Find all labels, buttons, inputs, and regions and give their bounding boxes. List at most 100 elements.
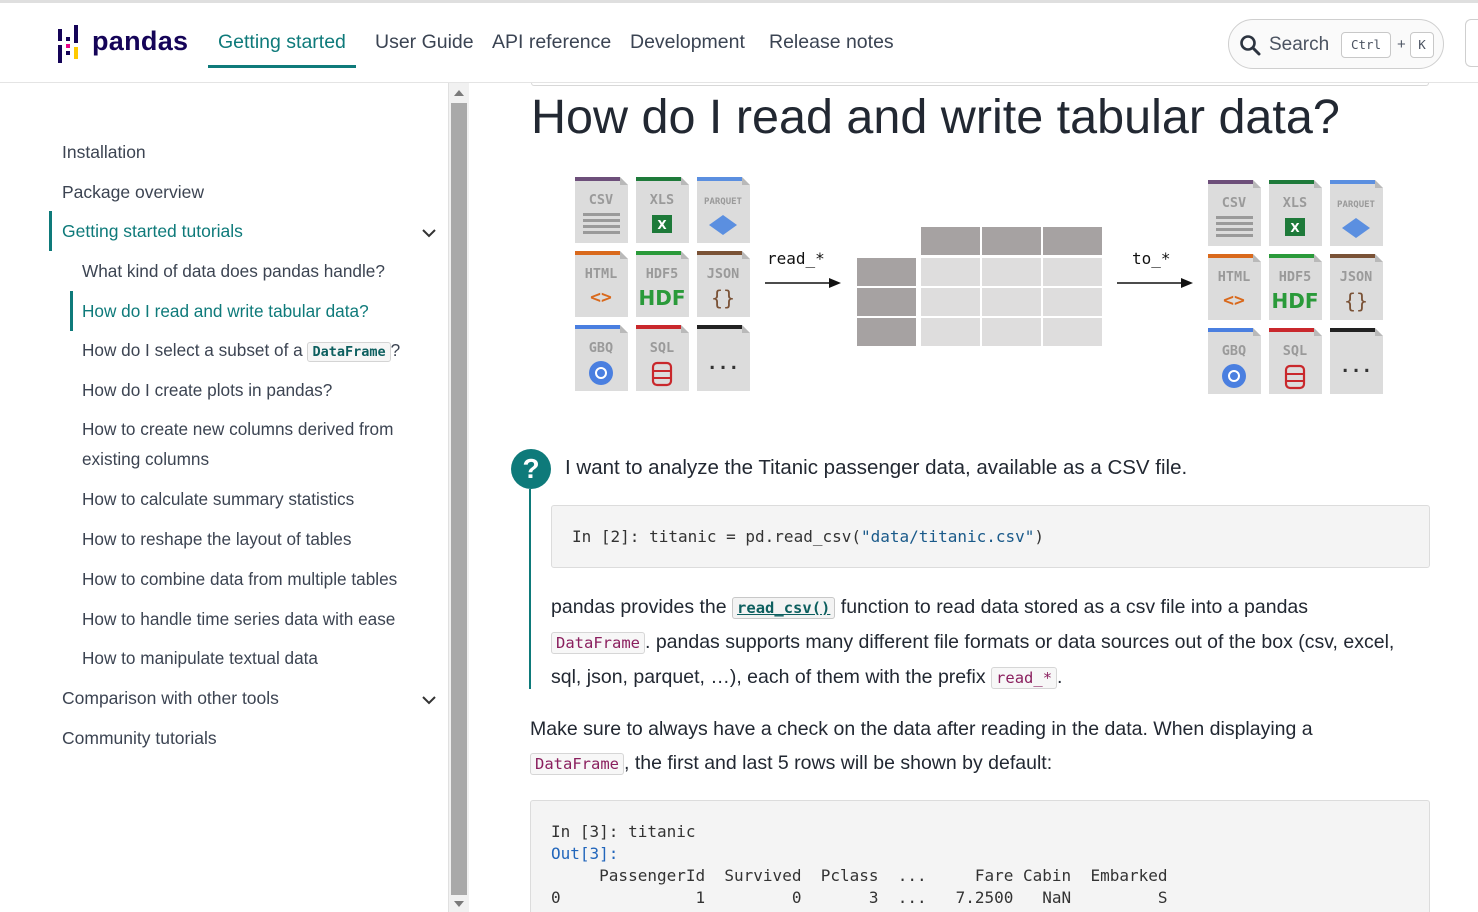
to-arrow-head [1181, 278, 1193, 288]
sidebar-item-summary-statistics[interactable]: How to calculate summary statistics [82, 489, 354, 510]
file-fold [620, 325, 628, 333]
table-header-cell [1043, 227, 1102, 255]
file-stripe [636, 177, 681, 181]
file-fold [620, 177, 628, 185]
top-navbar: pandas Getting started User Guide API re… [0, 0, 1478, 83]
table-cell [921, 288, 980, 316]
nav-user-guide[interactable]: User Guide [375, 31, 474, 65]
file-fold [620, 251, 628, 259]
excel-icon-letter: X [657, 218, 667, 232]
table-header-cell [921, 227, 980, 255]
csv-lines-icon [583, 219, 620, 222]
file-stripe [575, 325, 620, 329]
table-index-cell [857, 258, 916, 286]
sidebar-item-what-kind-of-data[interactable]: What kind of data does pandas handle? [82, 261, 385, 282]
file-type-label: CSV [1222, 195, 1246, 211]
sidebar-item-combine-data[interactable]: How to combine data from multiple tables [82, 569, 397, 590]
file-type-label: ... [1340, 356, 1373, 377]
sidebar-item-select-subset[interactable]: How do I select a subset of a DataFrame? [82, 340, 400, 362]
file-type-label: GBQ [1222, 343, 1246, 359]
theme-toggle-button[interactable] [1465, 19, 1478, 67]
file-stripe [1330, 328, 1375, 332]
scrollbar-thumb[interactable] [451, 103, 467, 895]
file-fold [742, 325, 750, 333]
file-fold [742, 177, 750, 185]
chevron-down-icon[interactable] [422, 693, 436, 707]
file-type-label: CSV [589, 192, 613, 208]
active-indicator [70, 291, 73, 331]
csv-lines-icon [1216, 222, 1253, 225]
scroll-down-arrow[interactable] [454, 901, 464, 907]
bigquery-icon [589, 361, 613, 385]
sidebar-item-textual-data[interactable]: How to manipulate textual data [82, 648, 318, 669]
file-type-label: HDF5 [646, 266, 679, 282]
file-fold [1314, 328, 1322, 336]
bigquery-icon [1222, 364, 1246, 388]
csv-lines-icon [583, 231, 620, 234]
table-cell [982, 288, 1041, 316]
question-text: I want to analyze the Titanic passenger … [565, 456, 1188, 479]
sidebar-scrollbar[interactable] [448, 83, 469, 912]
code-line: In [2]: titanic = pd.read_csv("data/tita… [572, 527, 1044, 546]
sidebar-item-package-overview[interactable]: Package overview [62, 182, 204, 203]
sidebar-item-comparison[interactable]: Comparison with other tools [62, 688, 279, 709]
sidebar-item-label: How to create new columns derived from [82, 419, 394, 439]
table-cell [921, 318, 980, 346]
page-title: How do I read and write tabular data? [531, 90, 1340, 144]
read-write-diagram: CSV XLS X PARQUET HTML <> HDF5 HDF JSON {} GBQ SQL.… [575, 177, 1383, 394]
json-icon: {} [1344, 289, 1368, 313]
output-header-row: PassengerId Survived Pclass ... Fare Cab… [551, 866, 1168, 885]
table-cell [921, 258, 980, 286]
nav-development[interactable]: Development [630, 31, 745, 65]
search-button[interactable]: Search Ctrl + K [1228, 19, 1444, 69]
inline-code: DataFrame [307, 342, 391, 362]
text: function to read data stored as a csv fi… [835, 596, 1309, 618]
file-stripe [1330, 180, 1375, 184]
sidebar-item-time-series[interactable]: How to handle time series data with ease [82, 609, 395, 630]
file-fold [681, 177, 689, 185]
file-icon [1269, 180, 1322, 246]
table-cell [1043, 318, 1102, 346]
file-stripe [1208, 180, 1253, 184]
file-stripe [1330, 254, 1375, 258]
text: . pandas supports many different file fo… [645, 631, 1395, 653]
sidebar-item-getting-started-tutorials[interactable]: Getting started tutorials [62, 221, 243, 242]
paragraph-read-csv: pandas provides the read_csv() function … [551, 590, 1451, 695]
file-type-label: PARQUET [704, 197, 743, 207]
sidebar-item-reshape-layout[interactable]: How to reshape the layout of tables [82, 529, 351, 550]
file-fold [681, 325, 689, 333]
chevron-down-icon[interactable] [422, 226, 436, 240]
nav-release-notes[interactable]: Release notes [769, 31, 894, 65]
file-type-label: ... [707, 353, 740, 374]
sidebar-item-installation[interactable]: Installation [62, 142, 146, 163]
file-fold [681, 251, 689, 259]
sidebar-item-community-tutorials[interactable]: Community tutorials [62, 728, 217, 749]
main-content: How do I read and write tabular data? CS… [469, 83, 1478, 912]
csv-lines-icon [1216, 228, 1253, 231]
sidebar-item-create-plots[interactable]: How do I create plots in pandas? [82, 380, 332, 401]
file-fold [1314, 254, 1322, 262]
table-index-cell [857, 318, 916, 346]
nav-api-reference[interactable]: API reference [492, 31, 611, 65]
sidebar-item-label: How do I select a subset of a [82, 340, 303, 360]
file-stripe [1208, 328, 1253, 332]
sidebar-item-create-new-columns[interactable]: How to create new columns derived from e… [82, 414, 393, 474]
left-sidebar: Installation Package overview Getting st… [0, 83, 448, 912]
file-icon [636, 325, 689, 391]
table-cell [982, 258, 1041, 286]
read-csv-link[interactable]: read_csv() [732, 597, 836, 619]
sidebar-item-read-write-tabular[interactable]: How do I read and write tabular data? [82, 301, 369, 322]
kbd-plus: + [1397, 36, 1406, 53]
inline-code: read_* [991, 667, 1058, 689]
input-prompt: In [2]: [572, 527, 640, 546]
file-stripe [575, 177, 620, 181]
pandas-logo[interactable]: pandas [56, 25, 196, 67]
nav-getting-started[interactable]: Getting started [208, 31, 356, 68]
file-fold [1314, 180, 1322, 188]
file-type-label: JSON [1340, 269, 1373, 285]
file-type-label: PARQUET [1337, 200, 1376, 210]
question-icon: ? [511, 449, 551, 489]
file-type-label: HTML [585, 266, 618, 282]
inline-code: DataFrame [551, 632, 645, 654]
scroll-up-arrow[interactable] [454, 90, 464, 96]
